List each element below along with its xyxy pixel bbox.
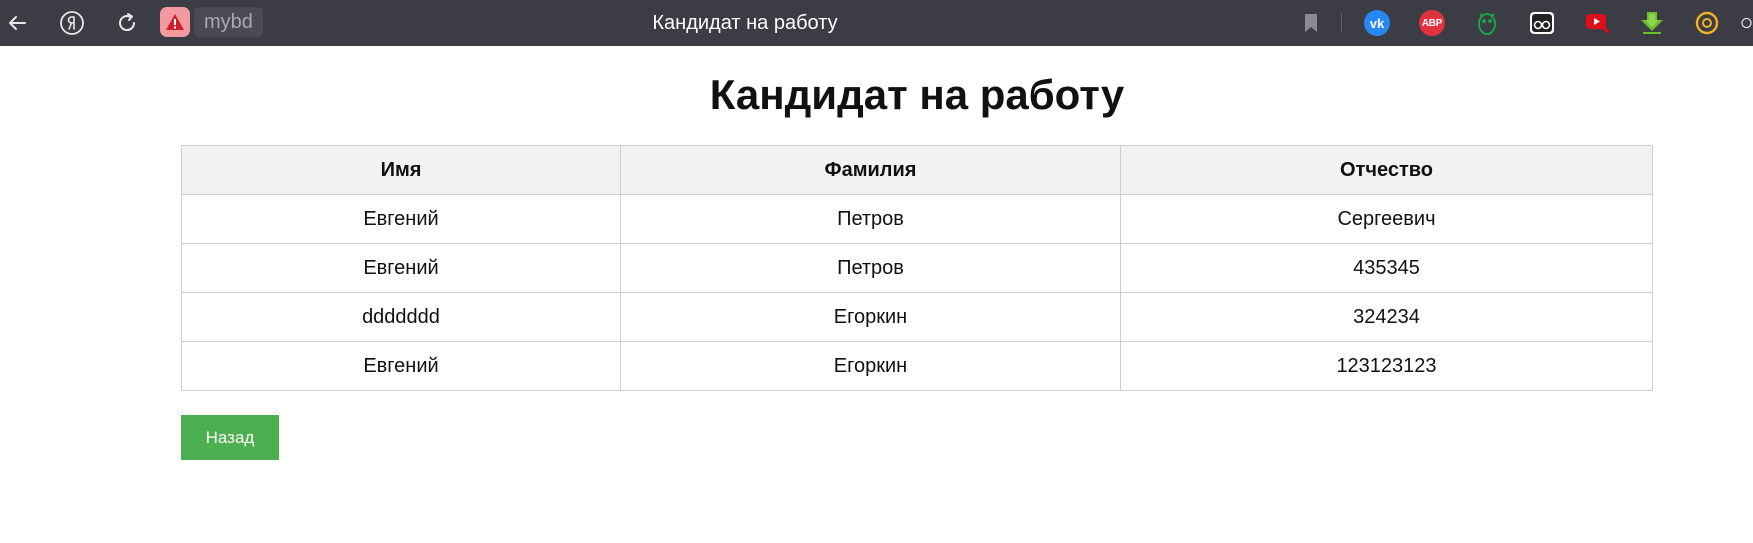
reload-icon[interactable]: [112, 8, 142, 38]
page-title: Кандидат на работу: [709, 71, 1125, 118]
adblock-extension-icon[interactable]: ABP: [1417, 8, 1447, 38]
column-header-last-name: Фамилия: [620, 145, 1121, 195]
cell-last-name: Петров: [620, 194, 1121, 244]
cell-patronymic: 123123123: [1120, 341, 1653, 391]
cell-patronymic: 435345: [1120, 243, 1653, 293]
candidates-table: Имя Фамилия Отчество Евгений Петров Серг…: [181, 145, 1653, 391]
table-header-row: Имя Фамилия Отчество: [181, 145, 1653, 195]
toolbar-divider: [1341, 13, 1342, 33]
table-row: Евгений Петров 435345: [181, 243, 1653, 293]
address-site-chip[interactable]: mybd: [160, 6, 263, 38]
glasses-extension-icon[interactable]: [1527, 8, 1557, 38]
download-extension-icon[interactable]: [1637, 8, 1667, 38]
vk-extension-icon[interactable]: vk: [1362, 8, 1392, 38]
back-button[interactable]: Назад: [181, 415, 279, 460]
column-header-first-name: Имя: [181, 145, 621, 195]
back-arrow-icon[interactable]: [2, 8, 32, 38]
bookmark-icon[interactable]: [1296, 8, 1326, 38]
site-name: mybd: [194, 7, 263, 37]
yandex-icon[interactable]: [57, 8, 87, 38]
column-header-patronymic: Отчество: [1120, 145, 1653, 195]
cell-first-name: Евгений: [181, 341, 621, 391]
cell-patronymic: Сергеевич: [1120, 194, 1653, 244]
table-row: ddddddd Егоркин 324234: [181, 292, 1653, 342]
cell-first-name: Евгений: [181, 194, 621, 244]
table-row: Евгений Петров Сергеевич: [181, 194, 1653, 244]
coin-extension-icon[interactable]: [1692, 8, 1722, 38]
cell-last-name: Егоркин: [620, 341, 1121, 391]
cell-first-name: ddddddd: [181, 292, 621, 342]
cell-last-name: Петров: [620, 243, 1121, 293]
tab-title: Кандидат на работу: [652, 11, 838, 34]
youtube-extension-icon[interactable]: [1582, 8, 1612, 38]
cell-first-name: Евгений: [181, 243, 621, 293]
browser-toolbar: mybd Кандидат на работу vk ABP: [0, 0, 1753, 46]
cell-last-name: Егоркин: [620, 292, 1121, 342]
more-extensions-icon[interactable]: [1740, 8, 1753, 38]
cell-patronymic: 324234: [1120, 292, 1653, 342]
warning-icon: [160, 7, 190, 37]
owl-extension-icon[interactable]: [1472, 8, 1502, 38]
table-row: Евгений Егоркин 123123123: [181, 341, 1653, 391]
